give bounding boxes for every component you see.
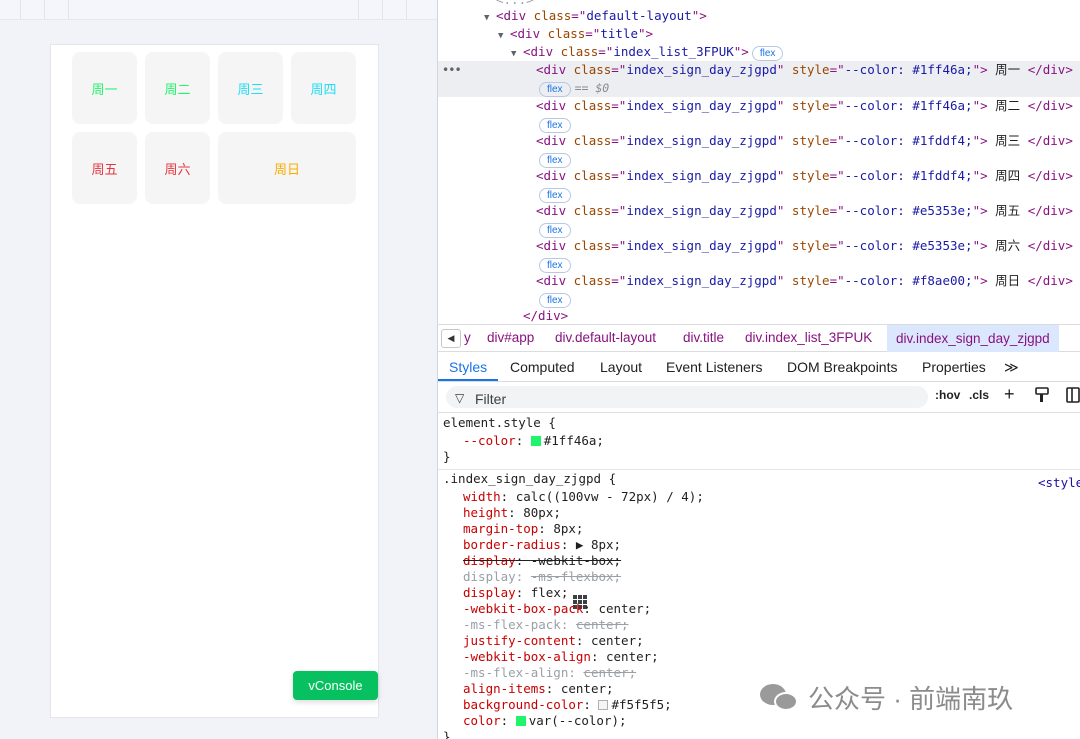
tab-computed[interactable]: Computed <box>510 359 575 375</box>
dom-line-index-list[interactable]: ▼ <div class="index_list_3FPUK"> flex <box>438 43 1080 61</box>
flex-badge[interactable]: flex <box>539 153 571 168</box>
css-declaration[interactable]: -webkit-box-pack: center; <box>463 601 651 617</box>
breadcrumb-item[interactable]: div#app <box>487 330 534 345</box>
mobile-preview-pane: 周一 周二 周三 周四 周五 周六 周日 vConsole <box>0 0 437 739</box>
dom-line-title[interactable]: ▼ <div class="title"> <box>438 25 1080 43</box>
tab-styles[interactable]: Styles <box>449 359 487 375</box>
hover-state-toggle[interactable]: :hov <box>935 388 960 402</box>
more-tabs-icon[interactable]: ≫ <box>1004 359 1019 376</box>
css-declaration[interactable]: height: 80px; <box>463 505 561 521</box>
css-declaration[interactable]: align-items: center; <box>463 681 614 697</box>
dom-child-1[interactable]: <div class="index_sign_day_zjgpd" style=… <box>438 97 1080 115</box>
watermark-text: 公众号 · 前端南玖 <box>808 683 1014 714</box>
dom-child-1-badge-row: flex <box>438 115 1080 133</box>
color-swatch-icon[interactable] <box>598 700 609 710</box>
filter-input[interactable]: ▽ Filter <box>446 386 928 408</box>
dom-tree: <...> ▼<div class="default-layout"> ▼<di… <box>438 0 1080 324</box>
day-card-tuesday[interactable]: 周二 <box>145 52 210 124</box>
dom-child-3-badge-row: flex <box>438 185 1080 203</box>
element-style-declaration[interactable]: --color: #1ff46a; <box>463 433 604 449</box>
breadcrumb-item-active[interactable]: div.index_sign_day_zjgpd <box>887 325 1059 352</box>
dom-child-3[interactable]: <div class="index_sign_day_zjgpd" style=… <box>438 167 1080 185</box>
active-tab-indicator <box>438 379 498 381</box>
breadcrumb-back-icon[interactable]: ◀ <box>441 329 461 348</box>
dom-child-5[interactable]: <div class="index_sign_day_zjgpd" style=… <box>438 237 1080 255</box>
color-swatch-icon[interactable] <box>515 716 526 726</box>
dom-child-4[interactable]: <div class="index_sign_day_zjgpd" style=… <box>438 202 1080 220</box>
vconsole-button[interactable]: vConsole <box>293 671 378 700</box>
styles-tabs: Styles Computed Layout Event Listeners D… <box>438 352 1080 382</box>
watermark: 公众号 · 前端南玖 <box>758 680 1014 714</box>
dom-child-6[interactable]: <div class="index_sign_day_zjgpd" style=… <box>438 272 1080 290</box>
css-declaration-invalid[interactable]: display: -ms-flexbox; <box>463 569 621 585</box>
breadcrumb-item[interactable]: div.default-layout <box>555 330 656 345</box>
flex-badge[interactable]: flex <box>539 82 571 97</box>
dom-line-default-layout[interactable]: ▼ <div class="default-layout"> <box>438 7 1080 25</box>
breadcrumb-item[interactable]: div.index_list_3FPUK <box>745 330 872 345</box>
tab-layout[interactable]: Layout <box>600 359 642 375</box>
css-declaration[interactable]: width: calc((100vw - 72px) / 4); <box>463 489 704 505</box>
css-declaration[interactable]: border-radius: ▶ 8px; <box>463 537 621 553</box>
css-declaration-overridden[interactable]: display: -webkit-box; <box>463 553 621 569</box>
day-card-thursday[interactable]: 周四 <box>291 52 356 124</box>
flex-badge[interactable]: flex <box>539 258 571 273</box>
flex-badge[interactable]: flex <box>539 223 571 238</box>
breadcrumb-item[interactable]: y <box>464 330 471 345</box>
device-ruler <box>0 0 437 20</box>
dom-child-5-badge-row: flex <box>438 255 1080 273</box>
css-declaration-invalid[interactable]: -ms-flex-pack: center; <box>463 617 629 633</box>
element-style-selector: element.style { <box>443 415 556 430</box>
tab-properties[interactable]: Properties <box>922 359 986 375</box>
dom-child-0[interactable]: <div class="index_sign_day_zjgpd" style=… <box>438 61 1080 79</box>
dom-child-6-badge-row: flex <box>438 290 1080 308</box>
day-card-monday[interactable]: 周一 <box>72 52 137 124</box>
tab-event-listeners[interactable]: Event Listeners <box>666 359 763 375</box>
toggle-sidebar-icon[interactable] <box>1066 387 1080 406</box>
rule-selector[interactable]: .index_sign_day_zjgpd { <box>443 471 616 487</box>
day-card-wednesday[interactable]: 周三 <box>218 52 283 124</box>
device-screen: 周一 周二 周三 周四 周五 周六 周日 <box>50 44 379 718</box>
dom-child-0-badge-row: flex == $0 <box>438 79 1080 97</box>
wechat-logo-icon <box>760 682 800 712</box>
day-card-friday[interactable]: 周五 <box>72 132 137 204</box>
filter-placeholder: Filter <box>475 391 507 407</box>
dom-child-4-badge-row: flex <box>438 220 1080 238</box>
day-card-saturday[interactable]: 周六 <box>145 132 210 204</box>
flex-badge[interactable]: flex <box>539 188 571 203</box>
filter-bar: ▽ Filter :hov .cls + <box>438 383 1080 411</box>
color-swatch-icon[interactable] <box>530 436 541 446</box>
stylesheet-source-link[interactable]: <style <box>1038 475 1080 490</box>
breadcrumb-item[interactable]: div.title <box>683 330 724 345</box>
day-card-sunday[interactable]: 周日 <box>218 132 356 204</box>
flex-badge[interactable]: flex <box>751 46 784 61</box>
css-declaration[interactable]: justify-content: center; <box>463 633 644 649</box>
flex-badge[interactable]: flex <box>539 293 571 308</box>
dom-line-close-index-list[interactable]: </div> <box>438 307 1080 325</box>
dom-child-2[interactable]: <div class="index_sign_day_zjgpd" style=… <box>438 132 1080 150</box>
filter-icon: ▽ <box>455 391 465 405</box>
element-style-close: } <box>443 449 451 464</box>
tab-dom-breakpoints[interactable]: DOM Breakpoints <box>787 359 897 375</box>
css-declaration-invalid[interactable]: -ms-flex-align: center; <box>463 665 636 681</box>
dom-child-2-badge-row: flex <box>438 150 1080 168</box>
rule-divider <box>438 469 1080 470</box>
breadcrumb: ◀ y div#app div.default-layout div.title… <box>438 324 1080 352</box>
devtools-panel: <...> ▼<div class="default-layout"> ▼<di… <box>438 0 1080 739</box>
css-declaration[interactable]: color: var(--color); <box>463 713 627 729</box>
paint-format-icon[interactable] <box>1035 387 1049 406</box>
class-toggle[interactable]: .cls <box>969 388 989 402</box>
css-declaration[interactable]: background-color: #f5f5f5; <box>463 697 672 713</box>
new-rule-icon[interactable]: + <box>1004 384 1015 405</box>
rule-close: } <box>443 729 451 739</box>
css-declaration[interactable]: -webkit-box-align: center; <box>463 649 659 665</box>
css-declaration[interactable]: display: flex; <box>463 585 588 609</box>
css-declaration[interactable]: margin-top: 8px; <box>463 521 583 537</box>
flex-badge[interactable]: flex <box>539 118 571 133</box>
